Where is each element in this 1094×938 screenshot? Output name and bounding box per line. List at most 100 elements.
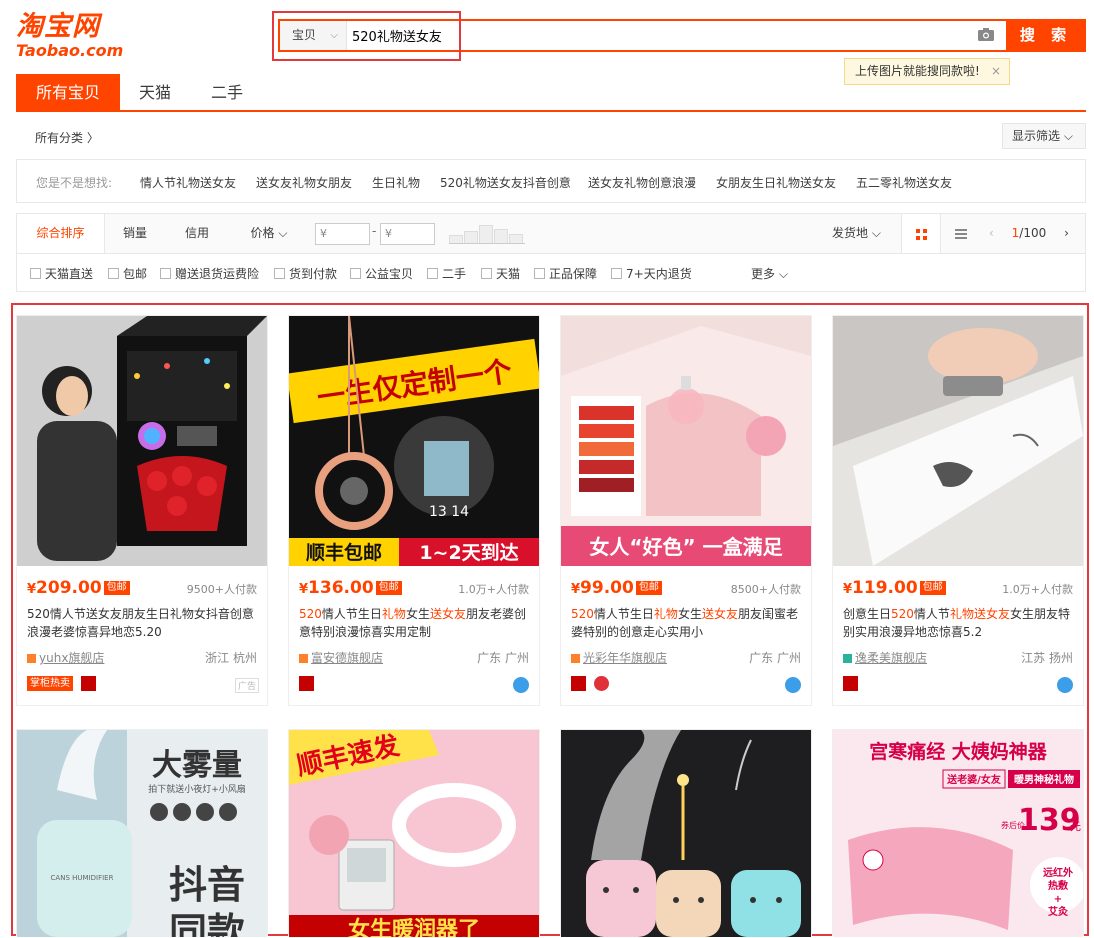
product-tags (843, 676, 862, 692)
product-image[interactable]: 宫寒痛经 大姨妈神器 送老婆/女友 暖男神秘礼物 券后价 139 元 远红外 热… (833, 730, 1083, 937)
product-image[interactable]: 顺丰速发 女生暖润器了 (289, 730, 539, 937)
checkbox-cod[interactable]: 货到付款 (274, 265, 337, 282)
suggest-item[interactable]: 生日礼物 (372, 174, 420, 191)
wangwang-chat-icon[interactable] (1057, 677, 1073, 693)
image-label: CANS HUMIDIFIER (51, 874, 114, 882)
checkbox-charity[interactable]: 公益宝贝 (350, 265, 413, 282)
prev-page-icon[interactable]: ‹ (989, 226, 994, 240)
camera-icon[interactable] (978, 28, 994, 41)
tabs-underline (16, 110, 1086, 112)
tab-secondhand[interactable]: 二手 (192, 74, 262, 111)
product-card[interactable] (560, 729, 812, 937)
page-total: /100 (1019, 226, 1047, 240)
sort-price[interactable]: 价格 ⌵ (239, 214, 299, 253)
image-sub1: 送老婆/女友 (946, 773, 1001, 786)
product-image[interactable]: CANS HUMIDIFIER 大雾量 拍下就送小夜灯+小风扇 抖音 同款 (17, 730, 267, 937)
shop-link[interactable]: yuhx旗舰店 (27, 649, 104, 666)
upload-tip-text: 上传图片就能搜同款啦! (855, 64, 980, 78)
next-page-icon[interactable]: › (1064, 226, 1069, 240)
sort-default[interactable]: 综合排序 (17, 214, 105, 253)
product-tags: 掌柜热卖 (27, 676, 100, 692)
list-view-button[interactable] (941, 214, 981, 253)
ad-label: 广告 (234, 678, 259, 693)
product-image[interactable] (561, 730, 811, 937)
deal-count: 8500+人付款 (730, 583, 801, 596)
category-bar: 所有分类 〉 显示筛选 ⌵ (16, 122, 1086, 152)
side-text-4: 艾灸 (1048, 905, 1069, 918)
deal-count: 1.0万+人付款 (458, 583, 529, 596)
did-you-mean-bar: 您是不是想找: 情人节礼物送女友 送女友礼物女朋友 生日礼物 520礼物送女友抖… (16, 159, 1086, 203)
search-button[interactable]: 搜 索 (1006, 19, 1086, 52)
product-card[interactable]: 一生仅定制一个 13 14 顺丰包邮 1~2天到达 ¥136.00 包邮 1.0万… (288, 315, 540, 706)
checkbox-7day-return[interactable]: 7+天内退货 (611, 265, 692, 282)
suggest-item[interactable]: 女朋友生日礼物送女友 (716, 174, 836, 191)
list-view-icon (955, 229, 967, 239)
shop-link[interactable]: 逸柔美旗舰店 (843, 649, 927, 666)
price-to-input[interactable]: ¥ (380, 223, 435, 245)
product-card[interactable]: ¥209.00 包邮 9500+人付款 520情人节送女友朋友生日礼物女抖音创意浪… (16, 315, 268, 706)
product-image[interactable] (17, 316, 267, 566)
image-text-big3: 同款 (169, 910, 245, 937)
side-text-2: 热敷 (1048, 879, 1069, 892)
upload-tip: 上传图片就能搜同款啦! × (844, 58, 1010, 85)
more-filters[interactable]: 更多 ⌵ (751, 265, 788, 282)
sort-bar: 综合排序 销量 信用 价格 ⌵ ¥ - ¥ 发货地 ⌵ ‹ 1/100 › (16, 213, 1086, 254)
sort-credit[interactable]: 信用 (167, 214, 227, 253)
show-filter-button[interactable]: 显示筛选 ⌵ (1002, 123, 1086, 149)
product-card[interactable]: CANS HUMIDIFIER 大雾量 拍下就送小夜灯+小风扇 抖音 同款 (16, 729, 268, 937)
image-sub2: 暖男神秘礼物 (1014, 773, 1074, 786)
shop-link[interactable]: 光彩年华旗舰店 (571, 649, 667, 666)
image-text-bottom1: 顺丰包邮 (306, 541, 382, 564)
product-image[interactable]: 一生仅定制一个 13 14 顺丰包邮 1~2天到达 (289, 316, 539, 566)
shop-link[interactable]: 富安德旗舰店 (299, 649, 383, 666)
product-card[interactable]: 顺丰速发 女生暖润器了 (288, 729, 540, 937)
suggest-item[interactable]: 送女友礼物创意浪漫 (588, 174, 696, 191)
product-title[interactable]: 520情人节生日礼物女生送女友朋友闺蜜老婆特别的创意走心实用小 (571, 605, 803, 641)
image-text-bottom2: 1~2天到达 (419, 541, 518, 564)
checkbox-tmall[interactable]: 天猫 (481, 265, 520, 282)
tab-tmall[interactable]: 天猫 (120, 74, 190, 111)
suggest-item[interactable]: 情人节礼物送女友 (140, 174, 236, 191)
product-image[interactable] (833, 316, 1083, 566)
logo-en: Taobao.com (16, 41, 124, 60)
product-title[interactable]: 520情人节送女友朋友生日礼物女抖音创意浪漫老婆惊喜异地恋5.20 (27, 605, 259, 641)
close-icon[interactable]: × (991, 59, 1001, 84)
suggest-item[interactable]: 五二零礼物送女友 (856, 174, 952, 191)
price-from-input[interactable]: ¥ (315, 223, 370, 245)
image-price-unit: 元 (1070, 820, 1081, 833)
tab-all-items[interactable]: 所有宝贝 (16, 74, 120, 111)
free-shipping-badge: 包邮 (635, 581, 662, 595)
deal-count: 1.0万+人付款 (1002, 583, 1073, 596)
suggest-item[interactable]: 送女友礼物女朋友 (256, 174, 352, 191)
image-text-big: 大雾量 (152, 748, 242, 783)
checkbox-genuine[interactable]: 正品保障 (534, 265, 597, 282)
shop-location: 浙江 杭州 (205, 651, 257, 665)
product-title[interactable]: 创意生日520情人节礼物送女友女生朋友特别实用浪漫异地恋惊喜5.2 (843, 605, 1075, 641)
tmall-icon (571, 676, 586, 691)
wangwang-chat-icon[interactable] (513, 677, 529, 693)
deal-count: 9500+人付款 (186, 583, 257, 596)
product-card[interactable]: 宫寒痛经 大姨妈神器 送老婆/女友 暖男神秘礼物 券后价 139 元 远红外 热… (832, 729, 1084, 937)
checkbox-secondhand[interactable]: 二手 (427, 265, 466, 282)
product-image[interactable]: 女人“好色” 一盒满足 (561, 316, 811, 566)
all-categories-link[interactable]: 所有分类 〉 (35, 129, 99, 146)
product-tags (571, 676, 613, 692)
filter-checkboxes: 天猫直送 包邮 赠送退货运费险 货到付款 公益宝贝 二手 天猫 正品保障 7+天… (16, 254, 1086, 292)
image-text-bottom: 女人“好色” 一盒满足 (589, 535, 783, 559)
sort-sales[interactable]: 销量 (105, 214, 165, 253)
hot-seller-tag: 掌柜热卖 (27, 676, 73, 691)
ship-from-select[interactable]: 发货地 ⌵ (832, 214, 881, 253)
product-card[interactable]: ¥119.00 包邮 1.0万+人付款 创意生日520情人节礼物送女友女生朋友特别… (832, 315, 1084, 706)
product-title[interactable]: 520情人节生日礼物女生送女友朋友老婆创意特别浪漫惊喜实用定制 (299, 605, 531, 641)
shop-location: 广东 广州 (749, 651, 801, 665)
grid-view-button[interactable] (901, 214, 941, 253)
wangwang-chat-icon[interactable] (785, 677, 801, 693)
taobao-logo[interactable]: 淘宝网 Taobao.com (16, 12, 126, 64)
checkbox-return-insurance[interactable]: 赠送退货运费险 (160, 265, 259, 282)
checkbox-free-shipping[interactable]: 包邮 (108, 265, 147, 282)
product-card[interactable]: 女人“好色” 一盒满足 ¥99.00 包邮 8500+人付款 520情人节生日礼物… (560, 315, 812, 706)
suggest-item[interactable]: 520礼物送女友抖音创意 (440, 174, 571, 191)
price-distribution-icon[interactable] (449, 224, 525, 244)
checkbox-tmall-direct[interactable]: 天猫直送 (30, 265, 93, 282)
pager: ‹ 1/100 › (989, 214, 1069, 253)
